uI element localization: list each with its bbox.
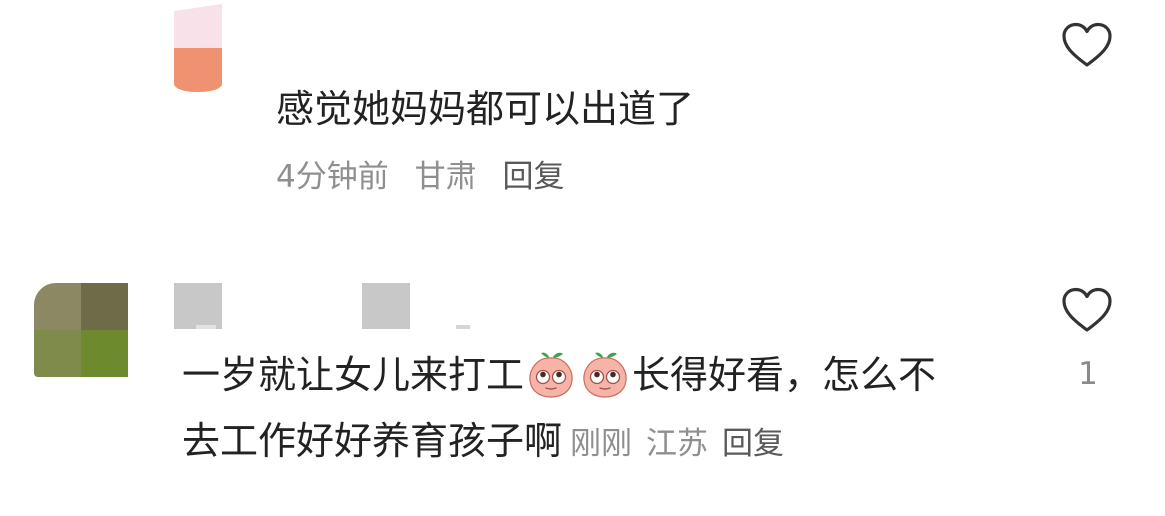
reply-button[interactable]: 回复 xyxy=(502,159,564,195)
avatar-blur-tile xyxy=(34,330,81,377)
username-blur xyxy=(174,283,222,329)
avatar-bottom-blur xyxy=(174,48,222,92)
avatar-blur-tile xyxy=(81,330,128,377)
like-heart-icon[interactable] xyxy=(1061,287,1113,333)
comment-text-part: 一岁就让女儿来打工 xyxy=(182,353,525,397)
comment-location: 江苏 xyxy=(646,426,709,462)
avatar-top-blur xyxy=(174,4,222,48)
like-heart-icon[interactable] xyxy=(1061,22,1113,68)
avatar[interactable] xyxy=(174,4,222,92)
peach-emoji xyxy=(579,348,631,400)
comment-text-part: 去工作好好养育孩子啊 xyxy=(182,419,563,463)
avatar[interactable] xyxy=(34,283,128,377)
comment-meta: 4分钟前 甘肃 回复 xyxy=(276,155,564,199)
comment-time: 4分钟前 xyxy=(276,159,389,195)
username-blur xyxy=(456,325,470,329)
avatar-blur-tile xyxy=(81,283,128,330)
peach-emoji xyxy=(525,348,577,400)
like-count: 1 xyxy=(1078,356,1098,392)
comment-meta: 刚刚 江苏 回复 xyxy=(570,426,784,462)
username-blur xyxy=(362,283,410,329)
comment-text: 感觉她妈妈都可以出道了 xyxy=(276,87,695,131)
comment-text-line2: 去工作好好养育孩子啊 刚刚 江苏 回复 xyxy=(182,414,784,471)
comment-text-part: 长得好看，怎么不 xyxy=(632,353,937,397)
username-blur xyxy=(196,325,216,329)
comment-location: 甘肃 xyxy=(414,159,477,195)
reply-button[interactable]: 回复 xyxy=(722,426,784,462)
comment-text: 一岁就让女儿来打工 长得好看，怎么不 xyxy=(182,348,936,402)
avatar-blur-tile xyxy=(34,283,81,330)
comment-time: 刚刚 xyxy=(570,426,633,462)
